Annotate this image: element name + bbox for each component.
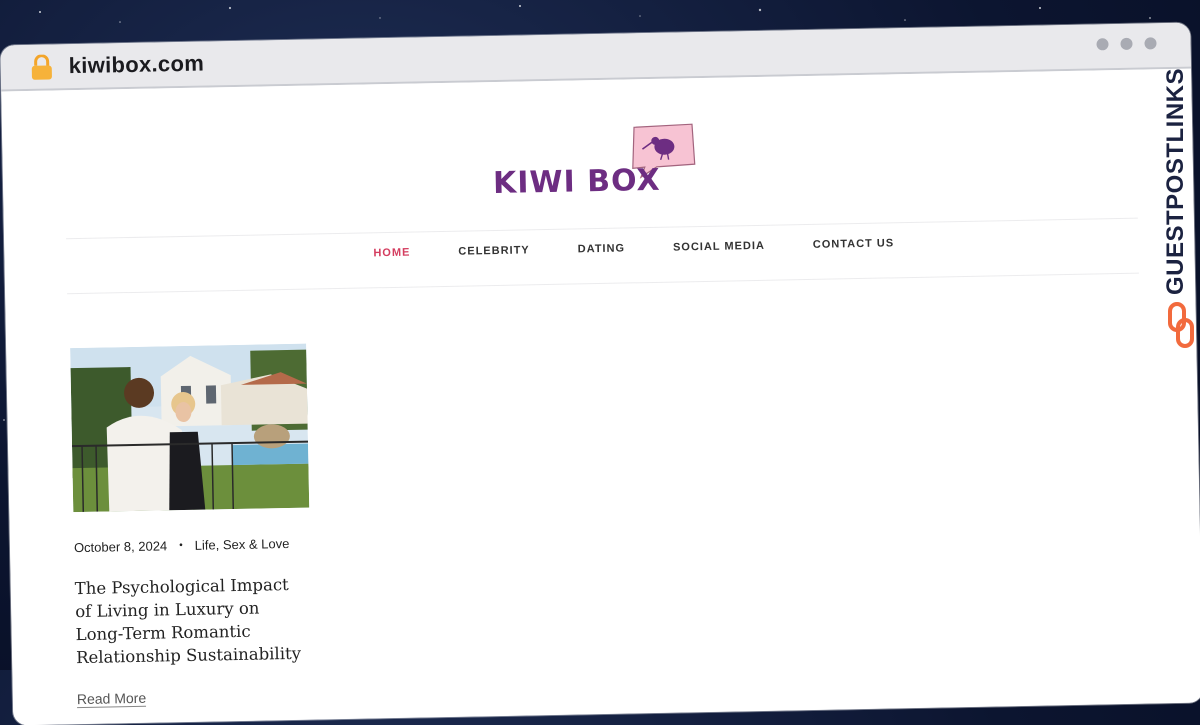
nav-dating[interactable]: DATING: [554, 242, 650, 256]
chain-link-icon: [1168, 302, 1194, 348]
nav-social-media[interactable]: SOCIAL MEDIA: [649, 239, 789, 254]
url-text[interactable]: kiwibox.com: [68, 51, 204, 80]
window-dot[interactable]: [1096, 38, 1109, 51]
page-content: KIWI BOX HOME CELEBRITY DATING SOCIAL ME…: [1, 68, 1200, 725]
post-meta: October 8, 2024 • Life, Sex & Love: [73, 536, 314, 556]
main-navigation: HOME CELEBRITY DATING SOCIAL MEDIA CONTA…: [349, 237, 918, 260]
post-title[interactable]: The Psychological Impact of Living in Lu…: [75, 573, 309, 669]
nav-contact-us[interactable]: CONTACT US: [789, 237, 919, 251]
logo-text: KIWI BOX: [492, 162, 661, 202]
read-more-link[interactable]: Read More: [76, 689, 147, 709]
lock-icon: [31, 54, 52, 80]
post-thumbnail[interactable]: [70, 343, 310, 513]
nav-bottom-divider: [67, 272, 1139, 295]
window-dot[interactable]: [1144, 37, 1157, 50]
post-category-link[interactable]: Life, Sex & Love: [195, 536, 290, 553]
window-dot[interactable]: [1120, 37, 1133, 50]
nav-celebrity[interactable]: CELEBRITY: [434, 244, 554, 258]
nav-top-divider: [66, 217, 1138, 240]
window-controls: [1096, 37, 1157, 51]
post-card: October 8, 2024 • Life, Sex & Love The P…: [70, 343, 317, 710]
guestpostlinks-badge-text: GUESTPOSTLINKS: [1162, 67, 1189, 295]
site-logo[interactable]: KIWI BOX: [492, 122, 698, 206]
browser-window: kiwibox.com KIWI BOX HOME CELEBRITY DATI…: [0, 22, 1200, 725]
post-date: October 8, 2024: [73, 538, 168, 556]
browser-scene: kiwibox.com KIWI BOX HOME CELEBRITY DATI…: [0, 0, 1200, 725]
nav-home[interactable]: HOME: [349, 246, 434, 260]
meta-separator: •: [179, 540, 183, 552]
